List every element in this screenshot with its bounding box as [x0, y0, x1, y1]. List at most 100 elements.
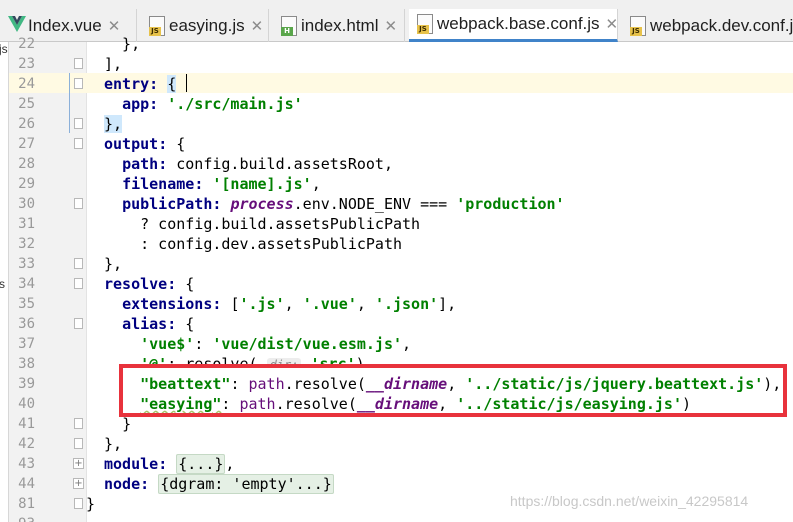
code-brace: },	[104, 115, 123, 133]
code-line[interactable]: },	[104, 34, 140, 54]
js-badge: JS	[149, 26, 161, 36]
line-number: 24	[18, 76, 35, 92]
line-number: 34	[18, 276, 35, 292]
code-line[interactable]: entry: {	[104, 74, 177, 94]
line-number: 28	[18, 156, 35, 172]
line-number: 26	[18, 116, 35, 132]
folded-region[interactable]: {...}	[176, 454, 226, 474]
js-badge: JS	[630, 26, 642, 36]
code-line[interactable]: node: {dgram: 'empty'...}	[104, 474, 334, 494]
code-key: app	[122, 95, 150, 113]
code-key: extensions	[122, 295, 213, 313]
code-line[interactable]: 'vue$': 'vue/dist/vue.esm.js',	[104, 334, 411, 354]
code-line[interactable]: }	[86, 494, 95, 514]
fold-marker[interactable]	[74, 498, 83, 509]
js-file-icon: JS	[149, 15, 165, 36]
vue-file-icon	[8, 15, 26, 36]
line-number: 37	[18, 336, 35, 352]
code-key: publicPath	[122, 195, 213, 213]
fold-marker[interactable]	[74, 58, 83, 69]
close-icon[interactable]: ✕	[606, 15, 617, 33]
code-expr: : config.dev.assetsPublicPath	[140, 235, 403, 253]
js-badge: JS	[417, 25, 429, 34]
code-key: output	[104, 135, 159, 153]
code-line[interactable]: },	[104, 434, 122, 454]
fold-marker[interactable]	[74, 278, 83, 289]
line-number: 29	[18, 176, 35, 192]
code-line[interactable]: path: config.build.assetsRoot,	[104, 154, 393, 174]
line-number: 43	[18, 456, 35, 472]
code-line[interactable]: ],	[104, 54, 122, 74]
html-badge: H	[281, 26, 293, 36]
highlight-rectangle	[119, 364, 787, 417]
tab-webpack-base-conf[interactable]: JS webpack.base.conf.js ✕	[409, 9, 618, 42]
code-line[interactable]: ? config.build.assetsPublicPath	[104, 214, 420, 234]
js-file-icon: JS	[417, 14, 433, 34]
code-line[interactable]: alias: {	[104, 314, 194, 334]
code-key: entry	[104, 75, 150, 93]
fold-marker[interactable]	[74, 438, 83, 449]
html-file-icon: H	[281, 15, 297, 36]
code-string: '.json'	[374, 295, 439, 313]
line-number: 93	[9, 514, 35, 522]
fold-marker[interactable]	[74, 418, 83, 429]
tab-index-html[interactable]: H index.html ✕	[273, 9, 405, 42]
fold-marker[interactable]	[74, 138, 83, 149]
code-line[interactable]: resolve: {	[104, 274, 194, 294]
folded-region[interactable]: {dgram: 'empty'...}	[158, 474, 334, 494]
line-number: 22	[18, 36, 35, 52]
fold-marker[interactable]	[74, 118, 83, 129]
code-key: module	[104, 455, 159, 473]
line-number: 35	[18, 296, 35, 312]
expand-icon[interactable]: +	[73, 478, 84, 489]
side-panel-text: js	[0, 42, 8, 56]
code-key: alias	[122, 315, 168, 333]
tab-label: easying.js	[169, 15, 245, 35]
fold-marker[interactable]	[74, 78, 83, 89]
project-panel-edge: js s	[0, 42, 9, 522]
js-file-icon: JS	[630, 15, 646, 36]
code-line[interactable]: : config.dev.assetsPublicPath	[104, 234, 402, 254]
code-line[interactable]: },	[104, 114, 123, 134]
code-string: './src/main.js'	[167, 95, 303, 113]
tab-label: index.html	[301, 15, 379, 35]
code-line[interactable]: publicPath: process.env.NODE_ENV === 'pr…	[104, 194, 565, 214]
code-expr: ? config.build.assetsPublicPath	[140, 215, 421, 233]
code-line[interactable]: }	[104, 414, 131, 434]
code-line[interactable]: filename: '[name].js',	[104, 174, 321, 194]
tab-label: webpack.base.conf.js	[437, 14, 600, 33]
tab-webpack-dev-conf[interactable]: JS webpack.dev.conf.j	[622, 9, 793, 42]
code-string: 'vue/dist/vue.esm.js'	[212, 335, 403, 353]
fold-marker[interactable]	[74, 318, 83, 329]
expand-icon[interactable]: +	[73, 458, 84, 469]
line-number: 40	[18, 396, 35, 412]
tab-label: webpack.dev.conf.j	[650, 15, 793, 35]
fold-marker[interactable]	[74, 198, 83, 209]
close-icon[interactable]: ✕	[108, 17, 121, 35]
line-number: 44	[18, 476, 35, 492]
code-value: config.build.assetsRoot,	[176, 155, 393, 173]
code-key: filename	[122, 175, 195, 193]
line-number: 38	[18, 356, 35, 372]
line-number: 25	[18, 96, 35, 112]
close-icon[interactable]: ✕	[384, 17, 397, 35]
line-number: 41	[18, 416, 35, 432]
code-line[interactable]: extensions: ['.js', '.vue', '.json'],	[104, 294, 456, 314]
line-number: 31	[18, 216, 35, 232]
code-global: process	[230, 195, 294, 213]
code-line[interactable]: module: {...},	[104, 454, 234, 474]
line-number: 32	[18, 236, 35, 252]
code-string: '.vue'	[302, 295, 357, 313]
line-number: 39	[18, 376, 35, 392]
code-line[interactable]: },	[104, 254, 122, 274]
code-line[interactable]: output: {	[104, 134, 185, 154]
tab-easying-js[interactable]: JS easying.js ✕	[141, 9, 269, 42]
side-panel-text: s	[0, 277, 5, 291]
close-icon[interactable]: ✕	[251, 17, 264, 35]
fold-marker[interactable]	[74, 258, 83, 269]
line-number: 27	[18, 136, 35, 152]
code-line[interactable]: app: './src/main.js'	[104, 94, 303, 114]
code-key: path	[122, 155, 159, 173]
code-brace: }	[122, 415, 132, 433]
line-number: 36	[18, 316, 35, 332]
